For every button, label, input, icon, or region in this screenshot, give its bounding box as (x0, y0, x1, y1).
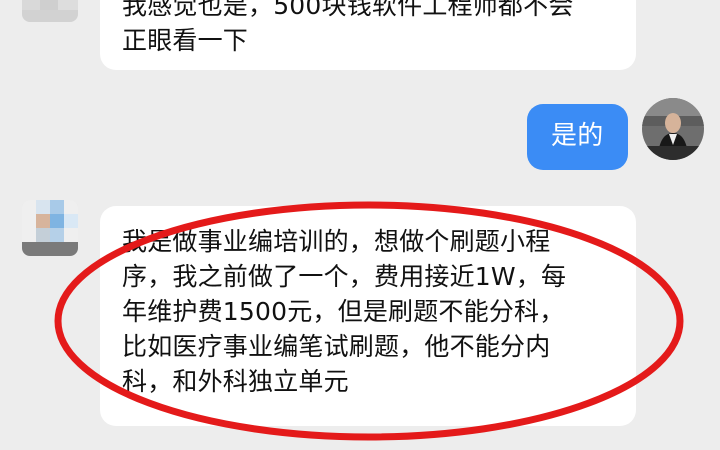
message-bubble-incoming-highlighted[interactable]: 我是做事业编培训的，想做个刷题小程 序，我之前做了一个，费用接近1W，每 年维护… (100, 206, 636, 426)
message-line: 比如医疗事业编笔试刷题，他不能分内 (122, 332, 551, 361)
user-avatar[interactable] (642, 98, 704, 160)
message-line: 科，和外科独立单元 (122, 367, 349, 396)
message-line: 年维护费1500元，但是刷题不能分科， (122, 297, 565, 326)
message-line: 我感觉也是，500块钱软件工程师都不会 (122, 0, 574, 20)
message-bubble-outgoing[interactable]: 是的 (527, 104, 628, 170)
message-bubble-incoming-top[interactable]: 我感觉也是，500块钱软件工程师都不会 正眼看一下 (100, 0, 636, 70)
message-line: 序，我之前做了一个，费用接近1W，每 (122, 262, 567, 291)
contact-avatar-top[interactable] (22, 0, 78, 22)
chat-thread: 我感觉也是，500块钱软件工程师都不会 正眼看一下 是的 我是做事业编培训的，想… (0, 0, 720, 450)
message-text: 是的 (551, 121, 604, 151)
contact-avatar-main[interactable] (22, 200, 78, 256)
message-line: 正眼看一下 (122, 26, 249, 55)
message-line: 我是做事业编培训的，想做个刷题小程 (122, 227, 551, 256)
